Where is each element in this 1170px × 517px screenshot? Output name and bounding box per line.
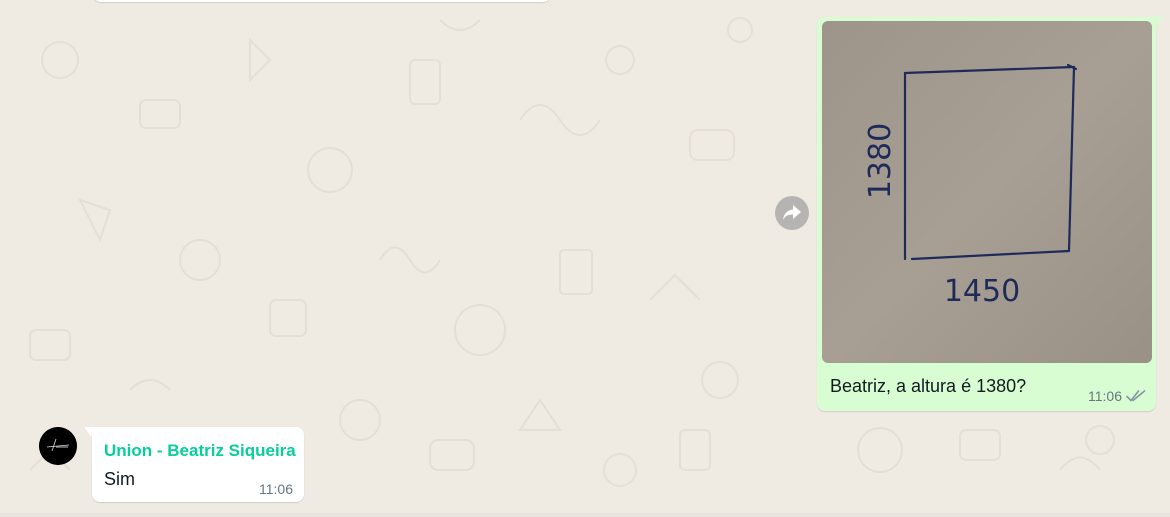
sender-name[interactable]: Union - Beatriz Siqueira — [104, 441, 296, 461]
double-check-icon — [1126, 390, 1146, 402]
message-time: 11:06 — [259, 481, 293, 497]
sketch-width-label: 1450 — [944, 274, 1020, 309]
incoming-message-bubble[interactable]: Union - Beatriz Siqueira Sim 11:06 — [92, 427, 304, 502]
avatar-logo-icon — [39, 427, 77, 465]
message-text: Sim — [104, 469, 135, 489]
forward-arrow-icon — [783, 205, 801, 220]
message-time: 11:06 — [1088, 388, 1122, 404]
message-photo[interactable]: 1380 1450 — [822, 21, 1152, 363]
message-caption: Beatriz, a altura é 1380? — [830, 376, 1027, 396]
outgoing-message-bubble[interactable]: 1380 1450 Beatriz, a altura é 1380? 11:0… — [817, 17, 1156, 411]
message-meta: 11:06 — [1088, 388, 1146, 404]
message-meta: 11:06 — [259, 481, 293, 499]
previous-message-bubble-edge — [93, 0, 551, 2]
avatar[interactable] — [39, 427, 77, 465]
forward-button[interactable] — [775, 196, 809, 230]
sketch-height-label: 1380 — [863, 123, 898, 199]
footer-edge — [0, 513, 1170, 517]
